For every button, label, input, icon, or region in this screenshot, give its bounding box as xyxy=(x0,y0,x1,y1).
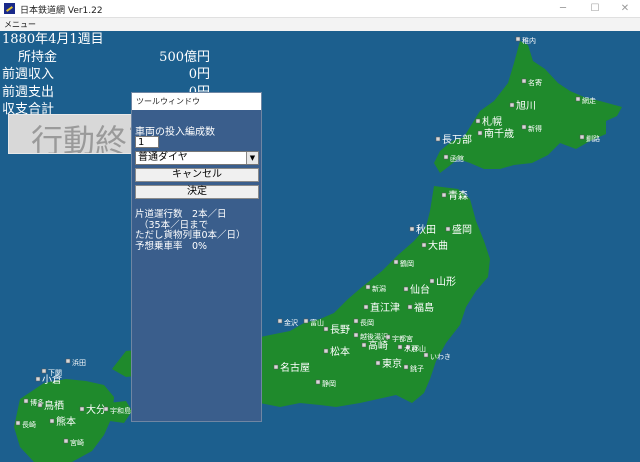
city-label: 新得 xyxy=(528,124,542,133)
city-label: 大分 xyxy=(86,403,106,416)
minimize-button[interactable]: ─ xyxy=(548,1,578,16)
city-label: 金沢 xyxy=(284,318,298,327)
stat-value: 0円 xyxy=(188,67,210,82)
city-label: 福島 xyxy=(414,301,434,314)
city-label: 鶴岡 xyxy=(400,259,414,268)
city-marker[interactable]: 越後湯沢 xyxy=(353,332,388,341)
city-label: 稚内 xyxy=(522,36,536,45)
city-label: 銚子 xyxy=(410,364,424,373)
end-turn-button[interactable]: 行動終了 xyxy=(8,114,136,154)
chevron-down-icon[interactable]: ▼ xyxy=(246,152,258,164)
city-label: 函館 xyxy=(450,154,464,163)
maximize-button[interactable]: ☐ xyxy=(580,1,610,16)
city-label: 長野 xyxy=(330,324,350,336)
stat-label: 前週収入 xyxy=(2,67,55,82)
city-label: 浜田 xyxy=(72,358,86,367)
city-label: 熊本 xyxy=(56,415,76,428)
operation-info: 片道運行数 2本／日 （35本／日まで ただし貨物列車0本／日） 予想乗車率 0… xyxy=(135,209,246,252)
end-turn-label: 行動終了 xyxy=(31,122,135,154)
city-label: 山形 xyxy=(436,276,456,288)
city-label: 新潟 xyxy=(372,284,386,293)
city-label: 旭川 xyxy=(516,100,536,112)
info-line: 予想乗車率 0% xyxy=(135,240,208,252)
cancel-button[interactable]: キャンセル xyxy=(135,168,259,182)
city-label: 水戸 xyxy=(404,344,418,353)
close-button[interactable]: ✕ xyxy=(610,1,640,16)
tool-window-title: ツールウィンドウ xyxy=(132,93,261,110)
city-label: 高崎 xyxy=(368,339,388,352)
city-marker[interactable]: 長万部 xyxy=(435,133,472,146)
app-icon xyxy=(4,3,15,14)
city-label: 長万部 xyxy=(442,133,472,146)
city-label: 盛岡 xyxy=(452,223,472,236)
city-label: 青森 xyxy=(448,189,468,202)
city-label: 名寄 xyxy=(528,78,542,87)
tool-window: ツールウィンドウ 車両の投入編成数 普通ダイヤ ▼ キャンセル 決定 片道運行数… xyxy=(131,92,262,422)
city-label: 仙台 xyxy=(410,283,430,296)
city-label: 釧路 xyxy=(586,134,600,143)
diagram-select-value: 普通ダイヤ xyxy=(138,152,188,163)
menu-item[interactable]: メニュー xyxy=(4,19,36,30)
city-label: 宇和島 xyxy=(110,406,131,415)
city-label: 札幌 xyxy=(482,115,502,128)
info-line: 片道運行数 2本／日 xyxy=(135,209,227,220)
city-label: いわき xyxy=(430,353,451,361)
title-bar: 日本鉄道網 Ver1.22 ─ ☐ ✕ xyxy=(0,0,640,18)
formation-input[interactable] xyxy=(135,136,159,148)
stat-value: 500億円 xyxy=(159,49,210,65)
stat-label: 所持金 xyxy=(18,49,58,65)
city-label: 名古屋 xyxy=(280,361,310,374)
city-label: 鳥栖 xyxy=(44,399,64,412)
window-title: 日本鉄道網 Ver1.22 xyxy=(20,6,103,16)
diagram-select[interactable]: 普通ダイヤ ▼ xyxy=(135,151,259,165)
city-label: 松本 xyxy=(330,345,350,358)
city-marker[interactable]: 南千歳 xyxy=(477,127,514,140)
menu-bar: メニュー xyxy=(0,18,640,31)
city-label: 直江津 xyxy=(370,301,400,314)
date-display: 1880年4月1週目 xyxy=(2,32,104,47)
city-label: 秋田 xyxy=(416,223,436,236)
info-line: ただし貨物列車0本／日） xyxy=(135,230,246,241)
city-label: 富山 xyxy=(310,318,324,327)
stat-row-money: 所持金 500億円 xyxy=(2,49,210,67)
city-marker[interactable]: 名古屋 xyxy=(273,361,310,374)
city-label: 長崎 xyxy=(22,420,36,429)
city-label: 網走 xyxy=(582,96,596,105)
confirm-button[interactable]: 決定 xyxy=(135,185,259,199)
city-label: 小倉 xyxy=(42,373,62,386)
city-label: 静岡 xyxy=(322,379,336,388)
city-label: 越後湯沢 xyxy=(360,332,388,341)
city-marker[interactable]: 直江津 xyxy=(363,301,400,314)
city-label: 長岡 xyxy=(360,319,374,327)
city-label: 宇都宮 xyxy=(392,334,413,343)
city-label: 宮崎 xyxy=(70,438,84,447)
city-label: 南千歳 xyxy=(484,127,514,140)
stat-label: 前週支出 xyxy=(2,84,55,100)
city-label: 大曲 xyxy=(428,239,448,252)
city-label: 東京 xyxy=(382,357,402,370)
stat-row-income: 前週収入 0円 xyxy=(2,66,210,84)
